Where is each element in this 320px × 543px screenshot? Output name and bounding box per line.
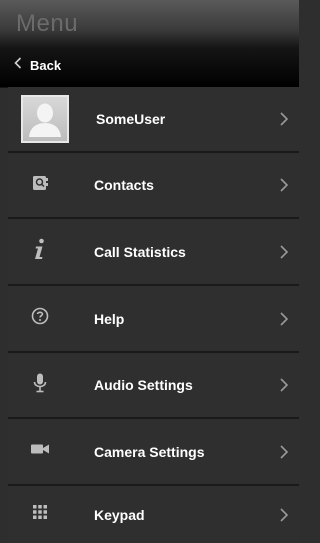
menu-item-label: Contacts (94, 177, 154, 193)
menu-item-label: Camera Settings (94, 443, 205, 460)
menu-item-call-statistics[interactable]: Call Statistics (8, 219, 299, 286)
user-name: SomeUser (96, 111, 166, 127)
menu-item-label: Help (94, 310, 125, 327)
menu-item-label: Call Statistics (94, 243, 186, 260)
chevron-right-icon (280, 178, 289, 192)
avatar (21, 95, 69, 143)
avatar-placeholder-icon (25, 97, 65, 141)
menu-header: Menu Back (0, 0, 299, 88)
menu-item-camera-settings[interactable]: Camera Settings (8, 419, 299, 486)
back-button[interactable]: Back (14, 55, 61, 75)
header-title: Menu (16, 10, 79, 37)
menu-item-label: Keypad (94, 506, 145, 523)
menu-item-help[interactable]: Help (8, 286, 299, 353)
menu-item-keypad[interactable]: Keypad (8, 486, 299, 543)
chevron-right-icon (280, 444, 289, 459)
chevron-right-icon (280, 507, 289, 522)
info-icon (30, 237, 50, 266)
menu-item-user[interactable]: SomeUser (8, 87, 299, 153)
app-root: Menu Back SomeUser Contacts Call Statist… (0, 0, 299, 543)
camera-icon (29, 441, 51, 462)
chevron-left-icon (14, 56, 22, 74)
contacts-icon (30, 173, 50, 198)
menu-list: SomeUser Contacts Call Statistics Help A… (8, 87, 299, 543)
chevron-right-icon (280, 378, 289, 392)
microphone-icon (30, 372, 50, 399)
menu-item-label: Audio Settings (94, 377, 193, 393)
keypad-icon (31, 503, 49, 526)
menu-item-audio-settings[interactable]: Audio Settings (8, 353, 299, 419)
chevron-right-icon (280, 112, 289, 126)
back-label: Back (30, 57, 62, 73)
help-icon (30, 306, 50, 331)
menu-item-contacts[interactable]: Contacts (8, 153, 299, 219)
chevron-right-icon (280, 244, 289, 259)
chevron-right-icon (280, 311, 289, 326)
